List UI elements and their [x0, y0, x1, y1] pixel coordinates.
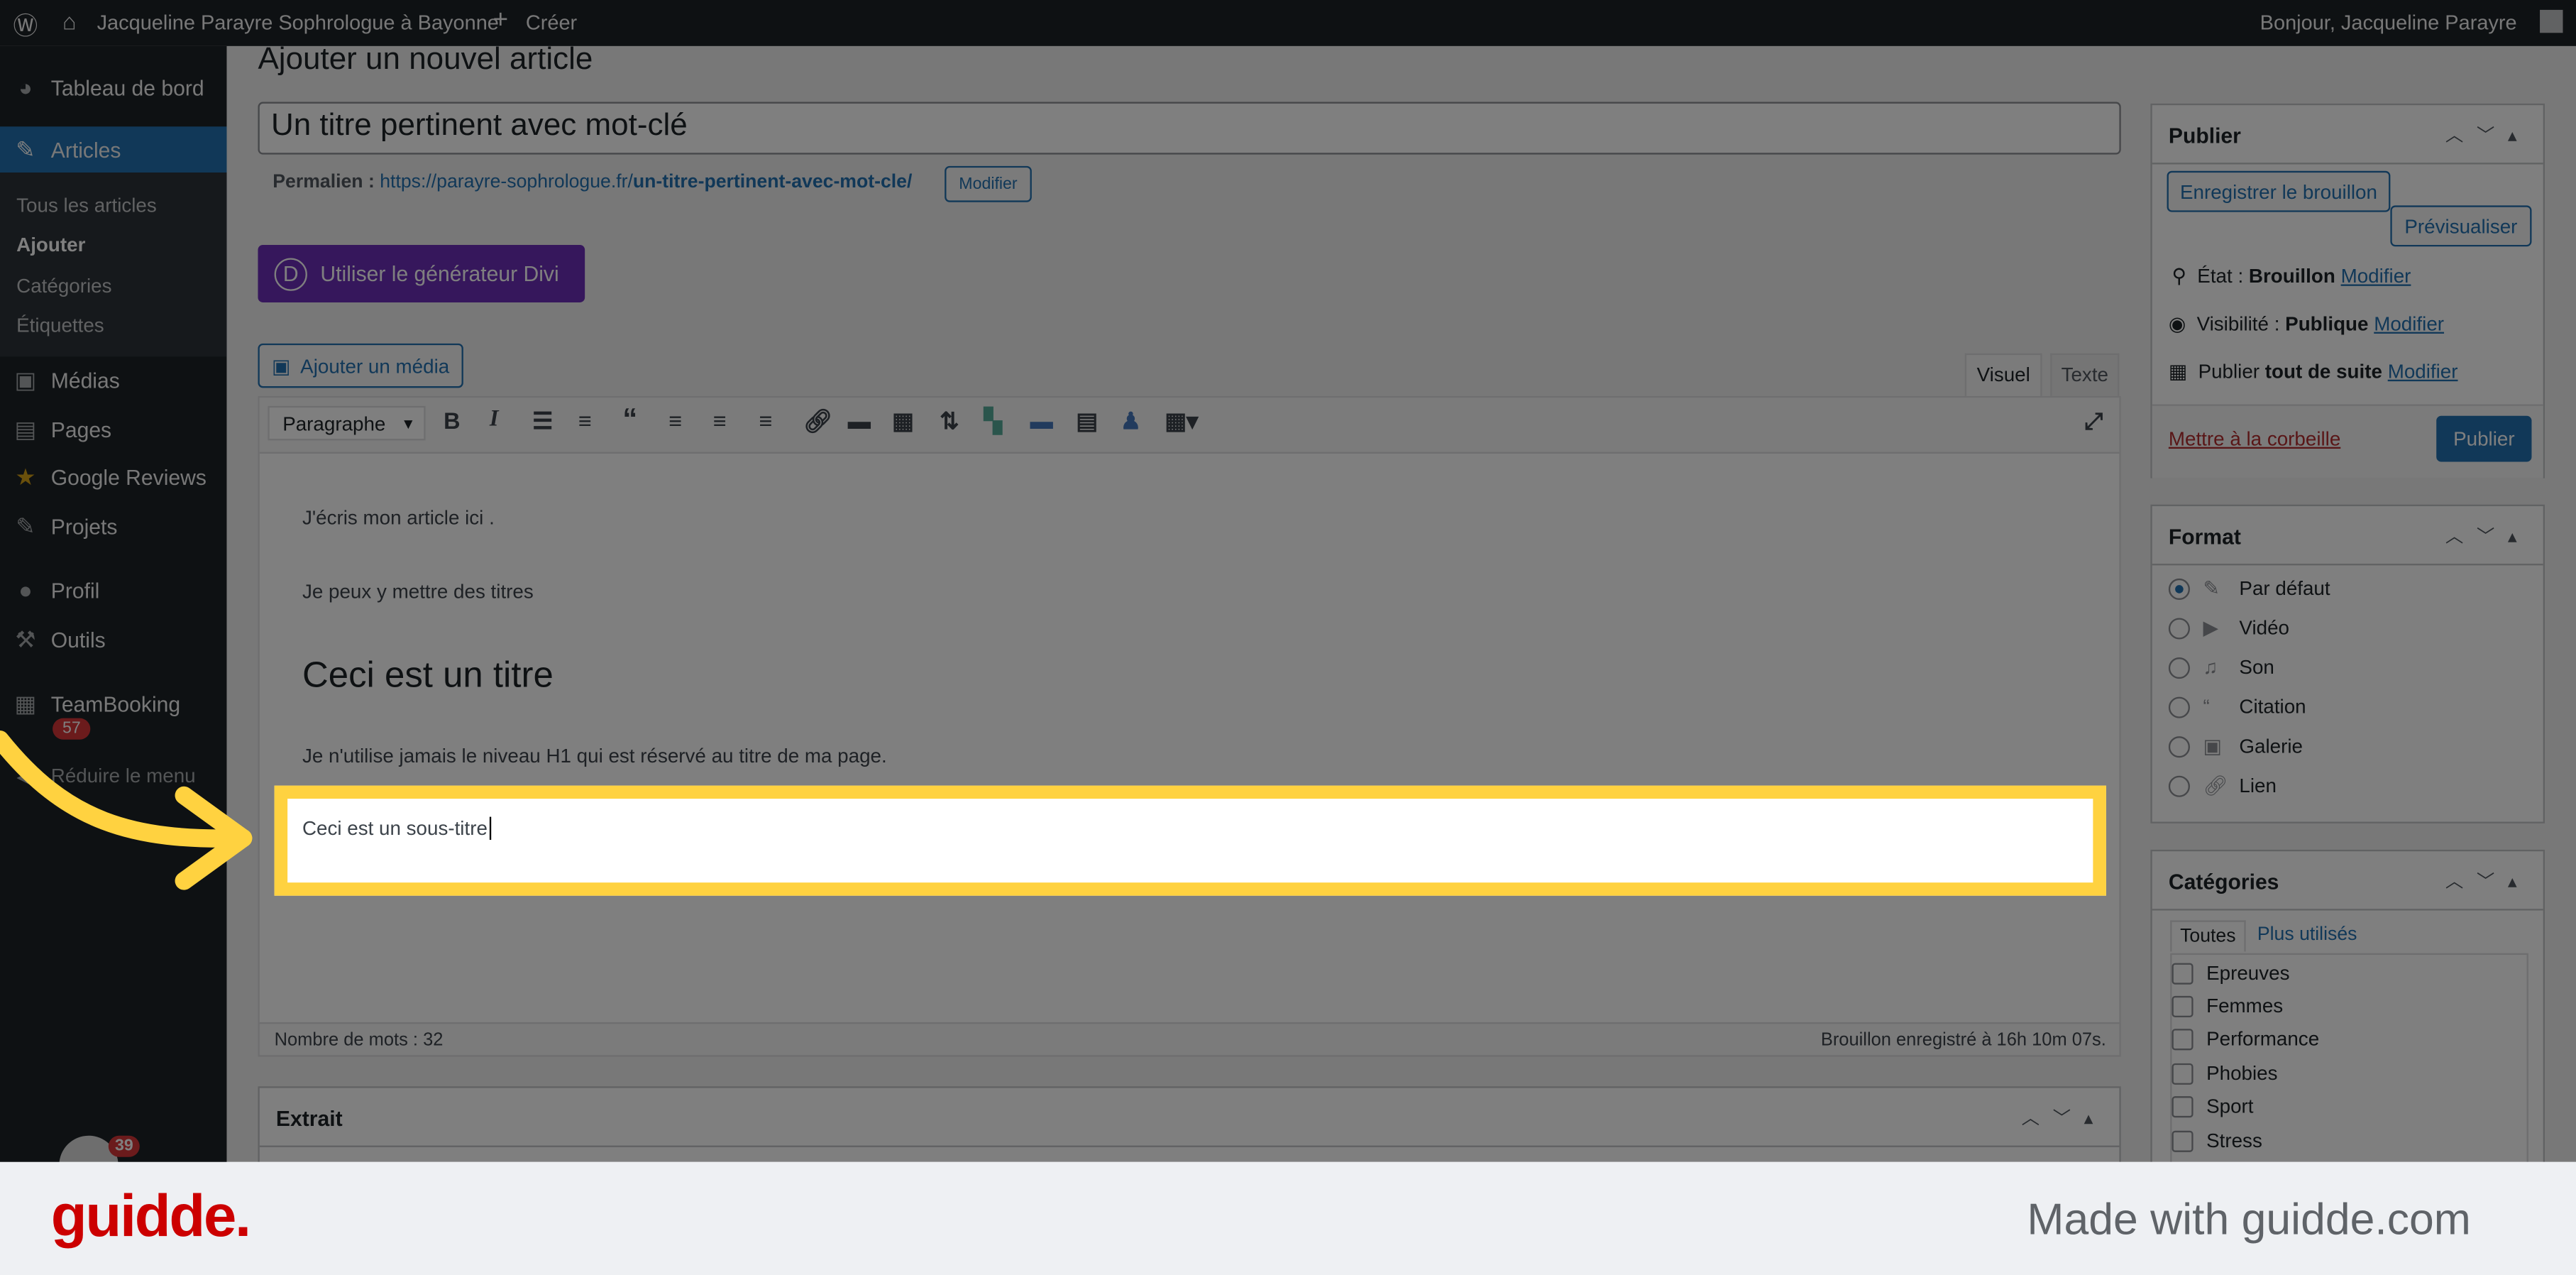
guidde-footer: guidde. Made with guidde.com — [0, 1161, 2576, 1275]
dim-overlay — [0, 0, 2576, 1162]
arrow-annotation-icon — [0, 730, 253, 890]
made-with-text: Made with guidde.com — [2027, 1195, 2471, 1244]
subtitle-paragraph[interactable]: Ceci est un sous-titre — [302, 816, 491, 840]
guidde-logo: guidde. — [50, 1181, 251, 1249]
highlighted-paragraph[interactable]: Ceci est un sous-titre — [274, 785, 2106, 896]
